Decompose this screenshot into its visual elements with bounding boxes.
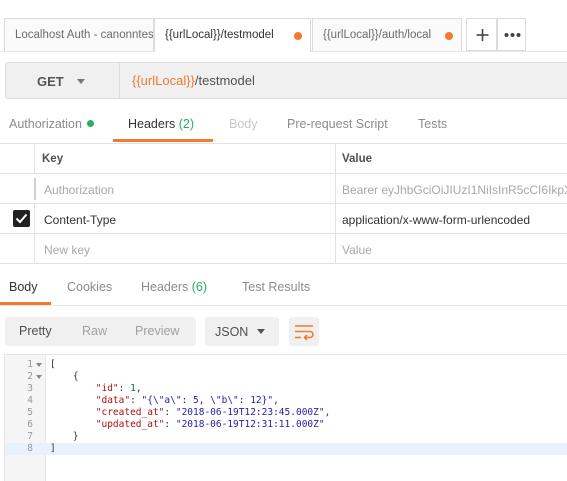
code-line: 4 "data": "{\"a\": 5, \"b\": 12}", xyxy=(5,395,567,407)
checkmark-icon xyxy=(15,213,28,224)
column-header-key: Key xyxy=(42,153,64,165)
code-line: 5 "created_at": "2018-06-19T12:23:45.000… xyxy=(5,407,567,419)
format-select[interactable]: JSON xyxy=(205,317,279,346)
tab-label: Body xyxy=(9,280,38,294)
tab-options-button[interactable] xyxy=(497,18,526,51)
line-number: 1 xyxy=(27,359,33,370)
headers-count-badge: (2) xyxy=(178,117,195,131)
code-line: 1[ xyxy=(5,359,567,371)
line-number: 3 xyxy=(27,383,33,394)
method-select[interactable]: GET xyxy=(5,62,119,99)
pretty-button[interactable]: Pretty xyxy=(19,317,52,346)
request-tab-strip: Localhost Auth - canonntest {{urlLocal}}… xyxy=(0,0,567,52)
header-key-field[interactable]: Content-Type xyxy=(44,213,116,227)
table-row-new: New key Value xyxy=(0,234,567,264)
raw-button[interactable]: Raw xyxy=(82,317,108,346)
code-text: "updated_at": "2018-06-19T12:31:11.000Z" xyxy=(95,419,325,430)
header-enabled-checkbox[interactable] xyxy=(13,210,30,227)
new-key-input[interactable]: New key xyxy=(44,243,90,257)
code-text: [ xyxy=(50,359,56,370)
tab-body[interactable]: Body xyxy=(229,117,258,131)
response-tab-test-results[interactable]: Test Results xyxy=(242,280,310,294)
wrap-lines-icon xyxy=(295,325,314,341)
response-tab-body[interactable]: Body xyxy=(9,280,38,294)
view-mode-group: Pretty Raw Preview xyxy=(5,317,196,346)
more-horizontal-icon xyxy=(504,33,521,37)
active-tab-indicator xyxy=(113,139,213,142)
unsaved-dot-icon xyxy=(445,32,453,40)
unsaved-dot-icon xyxy=(294,32,302,40)
tab-authorization[interactable]: Authorization xyxy=(9,117,94,131)
tab-tests[interactable]: Tests xyxy=(418,117,447,131)
method-label: GET xyxy=(37,74,64,89)
code-text: "id": 1, xyxy=(95,383,142,394)
tab-label: Body xyxy=(229,117,258,131)
header-value-field[interactable]: Bearer eyJhbGciOiJIUzI1NiIsInR5cCI6IkpX xyxy=(342,183,567,197)
request-tab-label: {{urlLocal}}/auth/local xyxy=(323,29,432,41)
tab-headers[interactable]: Headers (2) xyxy=(128,117,194,131)
response-body-editor[interactable]: 1[2 {3 "id": 1, 4 "data": "{\"a\": 5, \"b… xyxy=(4,354,567,481)
code-line: 8] xyxy=(5,443,567,455)
chevron-down-icon xyxy=(257,329,265,334)
column-header-value: Value xyxy=(342,153,373,165)
line-number: 6 xyxy=(27,419,33,430)
code-text: "data": "{\"a\": 5, \"b\": 12}", xyxy=(95,395,279,406)
line-number: 4 xyxy=(27,395,33,406)
new-tab-button[interactable] xyxy=(466,18,497,51)
tab-label: Headers xyxy=(128,117,176,131)
response-tab-headers[interactable]: Headers (6) xyxy=(141,280,207,294)
code-line: 3 "id": 1, xyxy=(5,383,567,395)
format-label: JSON xyxy=(215,325,249,339)
tab-label: Headers xyxy=(141,280,189,294)
plus-icon xyxy=(476,29,489,41)
headers-table: Key Value Authorization Bearer eyJhbGciO… xyxy=(0,143,567,264)
response-tab-cookies[interactable]: Cookies xyxy=(67,280,112,294)
tab-label: Cookies xyxy=(67,280,113,294)
code-text: ] xyxy=(50,443,56,454)
request-tab-label: {{urlLocal}}/testmodel xyxy=(165,29,274,41)
response-headers-count-badge: (6) xyxy=(191,280,208,294)
code-text: { xyxy=(50,371,79,382)
url-path: /testmodel xyxy=(194,73,255,88)
tab-label: Pre-request Script xyxy=(287,117,388,131)
new-value-input[interactable]: Value xyxy=(342,243,372,257)
code-line: 6 "updated_at": "2018-06-19T12:31:11.000… xyxy=(5,419,567,431)
code-line: 2 { xyxy=(5,371,567,383)
status-dot-icon xyxy=(86,120,94,127)
url-input[interactable]: {{urlLocal}}/testmodel xyxy=(119,62,567,99)
table-header-row: Key Value xyxy=(0,144,567,174)
tab-pre-request-script[interactable]: Pre-request Script xyxy=(287,117,388,131)
tab-label: Test Results xyxy=(242,280,311,294)
request-tab-localhost-auth[interactable]: Localhost Auth - canonntest xyxy=(4,18,154,51)
wrap-lines-button[interactable] xyxy=(289,317,319,346)
fold-arrow-icon[interactable] xyxy=(36,363,42,367)
header-key-field[interactable]: Authorization xyxy=(44,183,114,197)
fold-arrow-icon[interactable] xyxy=(36,375,42,379)
preview-button[interactable]: Preview xyxy=(135,317,180,346)
request-tab-auth-local[interactable]: {{urlLocal}}/auth/local xyxy=(312,18,462,51)
divider xyxy=(0,305,567,306)
line-number: 5 xyxy=(27,407,33,418)
code-line: 7 } xyxy=(5,431,567,443)
url-variable: {{urlLocal}} xyxy=(132,73,195,88)
request-tab-testmodel[interactable]: {{urlLocal}}/testmodel xyxy=(154,18,311,52)
line-number: 8 xyxy=(27,443,33,454)
code-text: } xyxy=(50,431,79,442)
tab-label: Authorization xyxy=(9,117,82,131)
table-row: Authorization Bearer eyJhbGciOiJIUzI1NiI… xyxy=(0,174,567,204)
line-number: 2 xyxy=(27,371,33,382)
chevron-down-icon xyxy=(77,79,85,84)
table-row: Content-Type application/x-www-form-urle… xyxy=(0,204,567,234)
code-text: "created_at": "2018-06-19T12:23:45.000Z"… xyxy=(95,407,331,418)
tab-label: Tests xyxy=(418,117,448,131)
request-tab-label: Localhost Auth - canonntest xyxy=(15,29,154,41)
line-number: 7 xyxy=(27,431,33,442)
header-value-field[interactable]: application/x-www-form-urlencoded xyxy=(342,213,567,227)
